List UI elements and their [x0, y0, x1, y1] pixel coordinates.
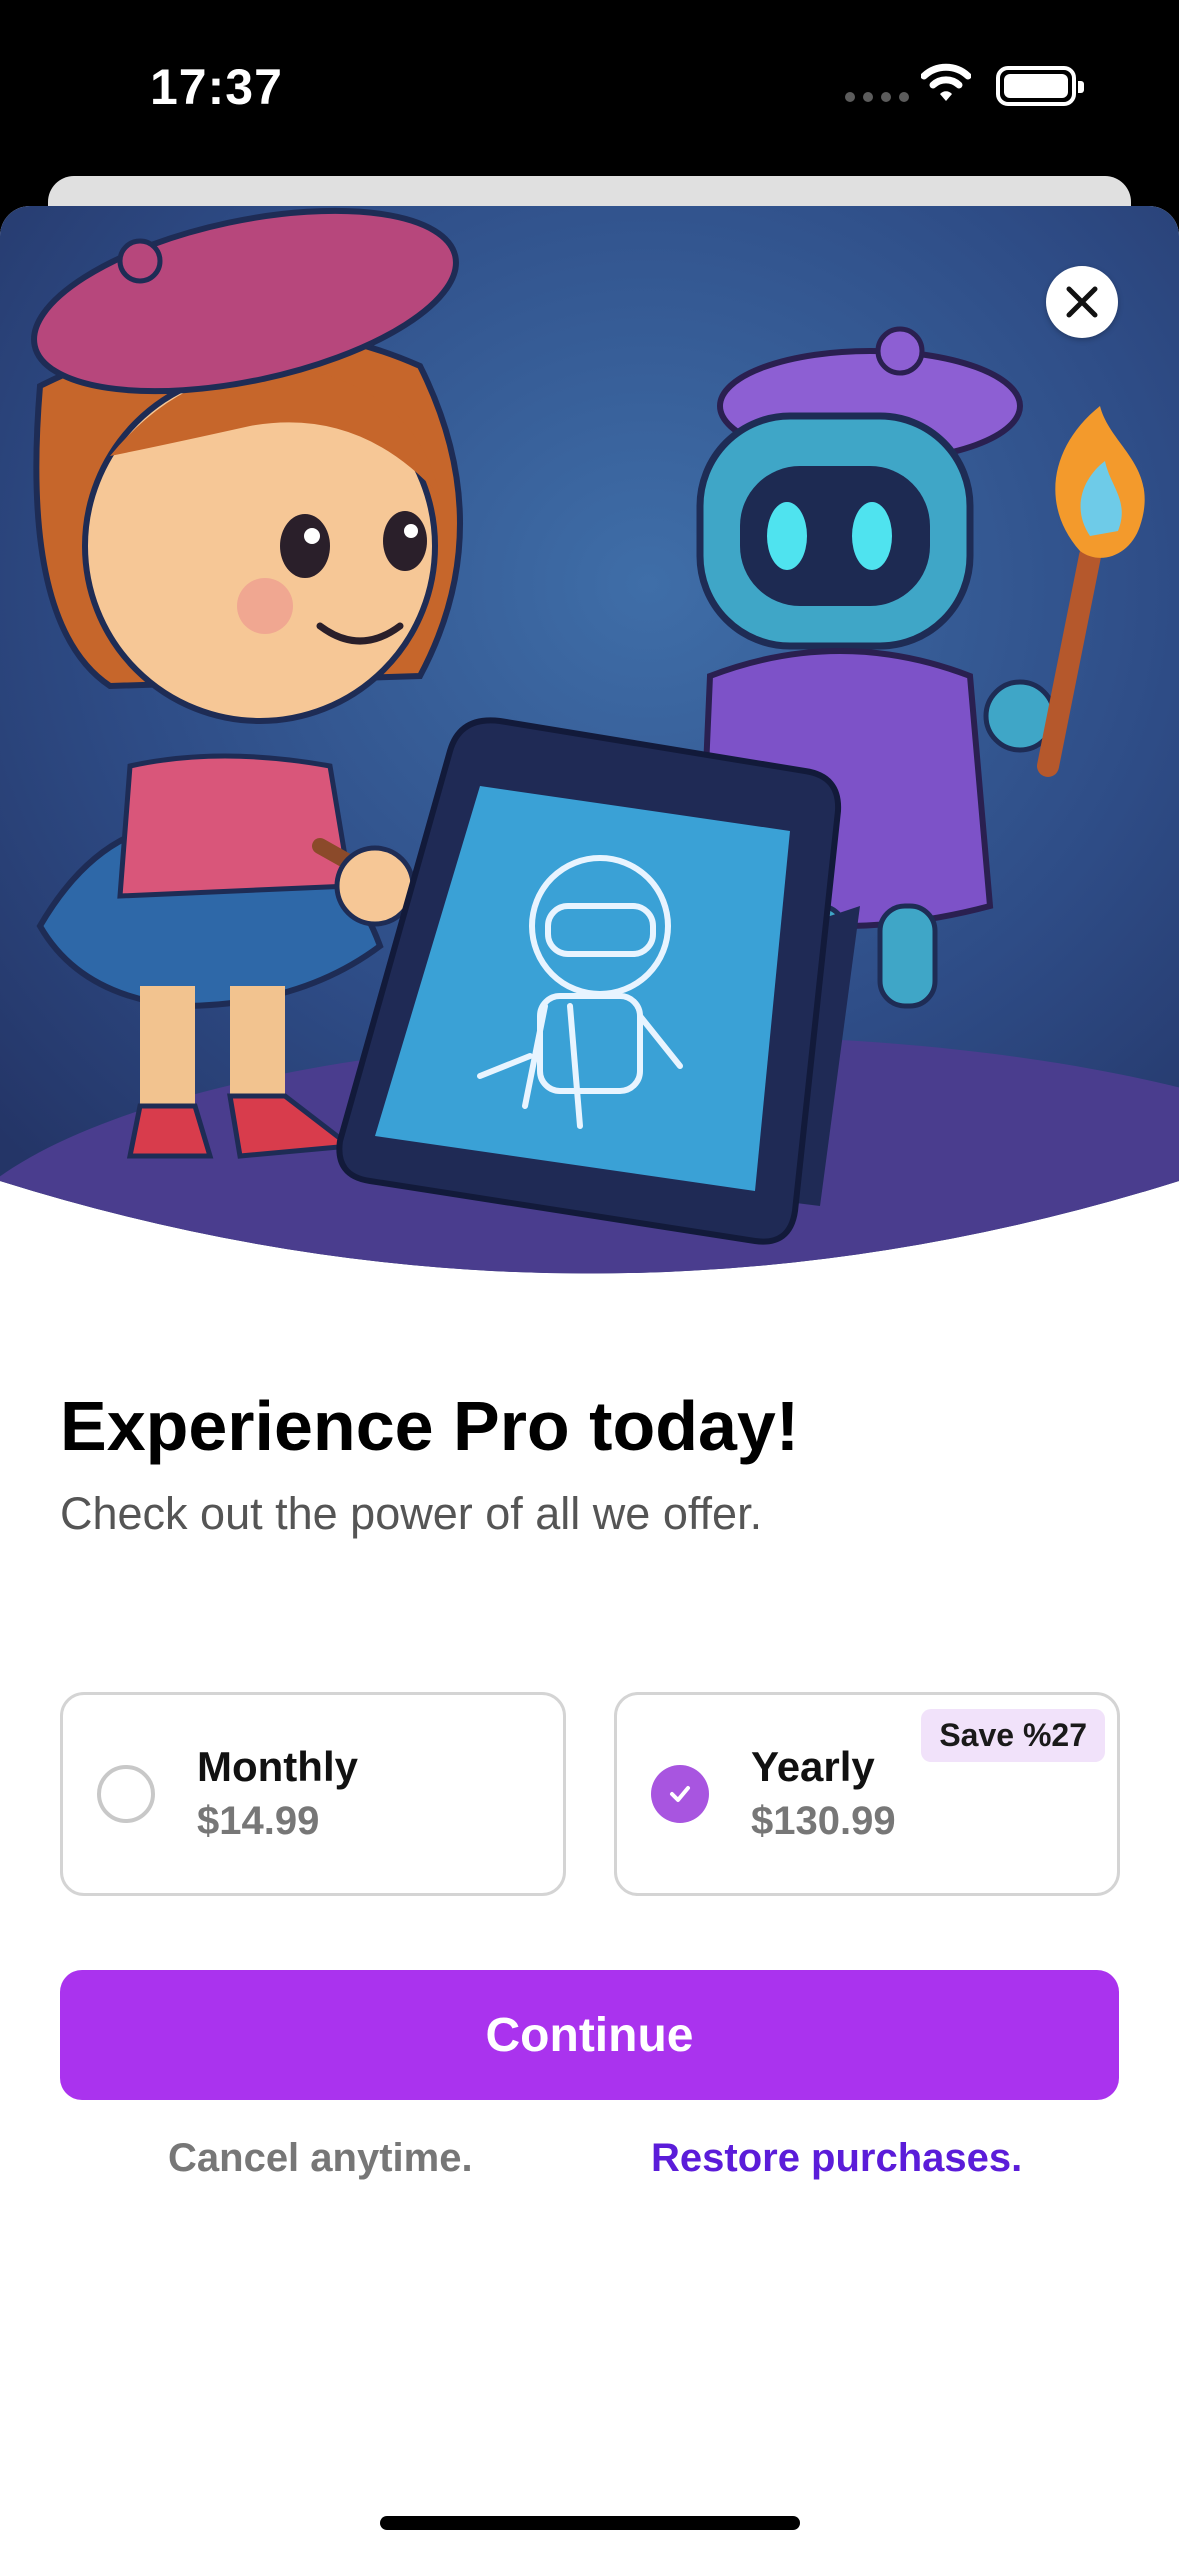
- plan-price: $14.99: [197, 1799, 320, 1843]
- restore-purchases-link[interactable]: Restore purchases.: [651, 2136, 1022, 2181]
- cellular-signal-icon: [845, 92, 909, 102]
- page-subtitle: Check out the power of all we offer.: [60, 1488, 763, 1539]
- plan-option-yearly[interactable]: Yearly $130.99 Save %27: [614, 1692, 1120, 1896]
- status-bar: 17:37: [0, 0, 1179, 170]
- plan-option-monthly[interactable]: Monthly $14.99: [60, 1692, 566, 1896]
- page-title: Experience Pro today!: [60, 1387, 800, 1465]
- checkmark-icon: [670, 1786, 690, 1802]
- plan-price: $130.99: [751, 1799, 896, 1843]
- plan-name: Yearly: [751, 1743, 875, 1790]
- cancel-anytime-text: Cancel anytime.: [168, 2136, 473, 2180]
- radio-checked-icon: [651, 1765, 709, 1823]
- save-badge: Save %27: [921, 1709, 1105, 1762]
- wifi-icon: [921, 63, 971, 101]
- paywall-sheet: Experience Pro today! Check out the powe…: [0, 206, 1179, 2556]
- plan-name: Monthly: [197, 1743, 358, 1790]
- home-indicator: [380, 2516, 800, 2530]
- close-icon: [1066, 286, 1098, 318]
- hero-illustration: [0, 206, 1179, 1286]
- close-button[interactable]: [1046, 266, 1118, 338]
- status-time: 17:37: [150, 59, 283, 115]
- battery-icon: [996, 66, 1084, 106]
- continue-button[interactable]: Continue: [60, 1970, 1119, 2100]
- radio-unchecked-icon: [97, 1765, 155, 1823]
